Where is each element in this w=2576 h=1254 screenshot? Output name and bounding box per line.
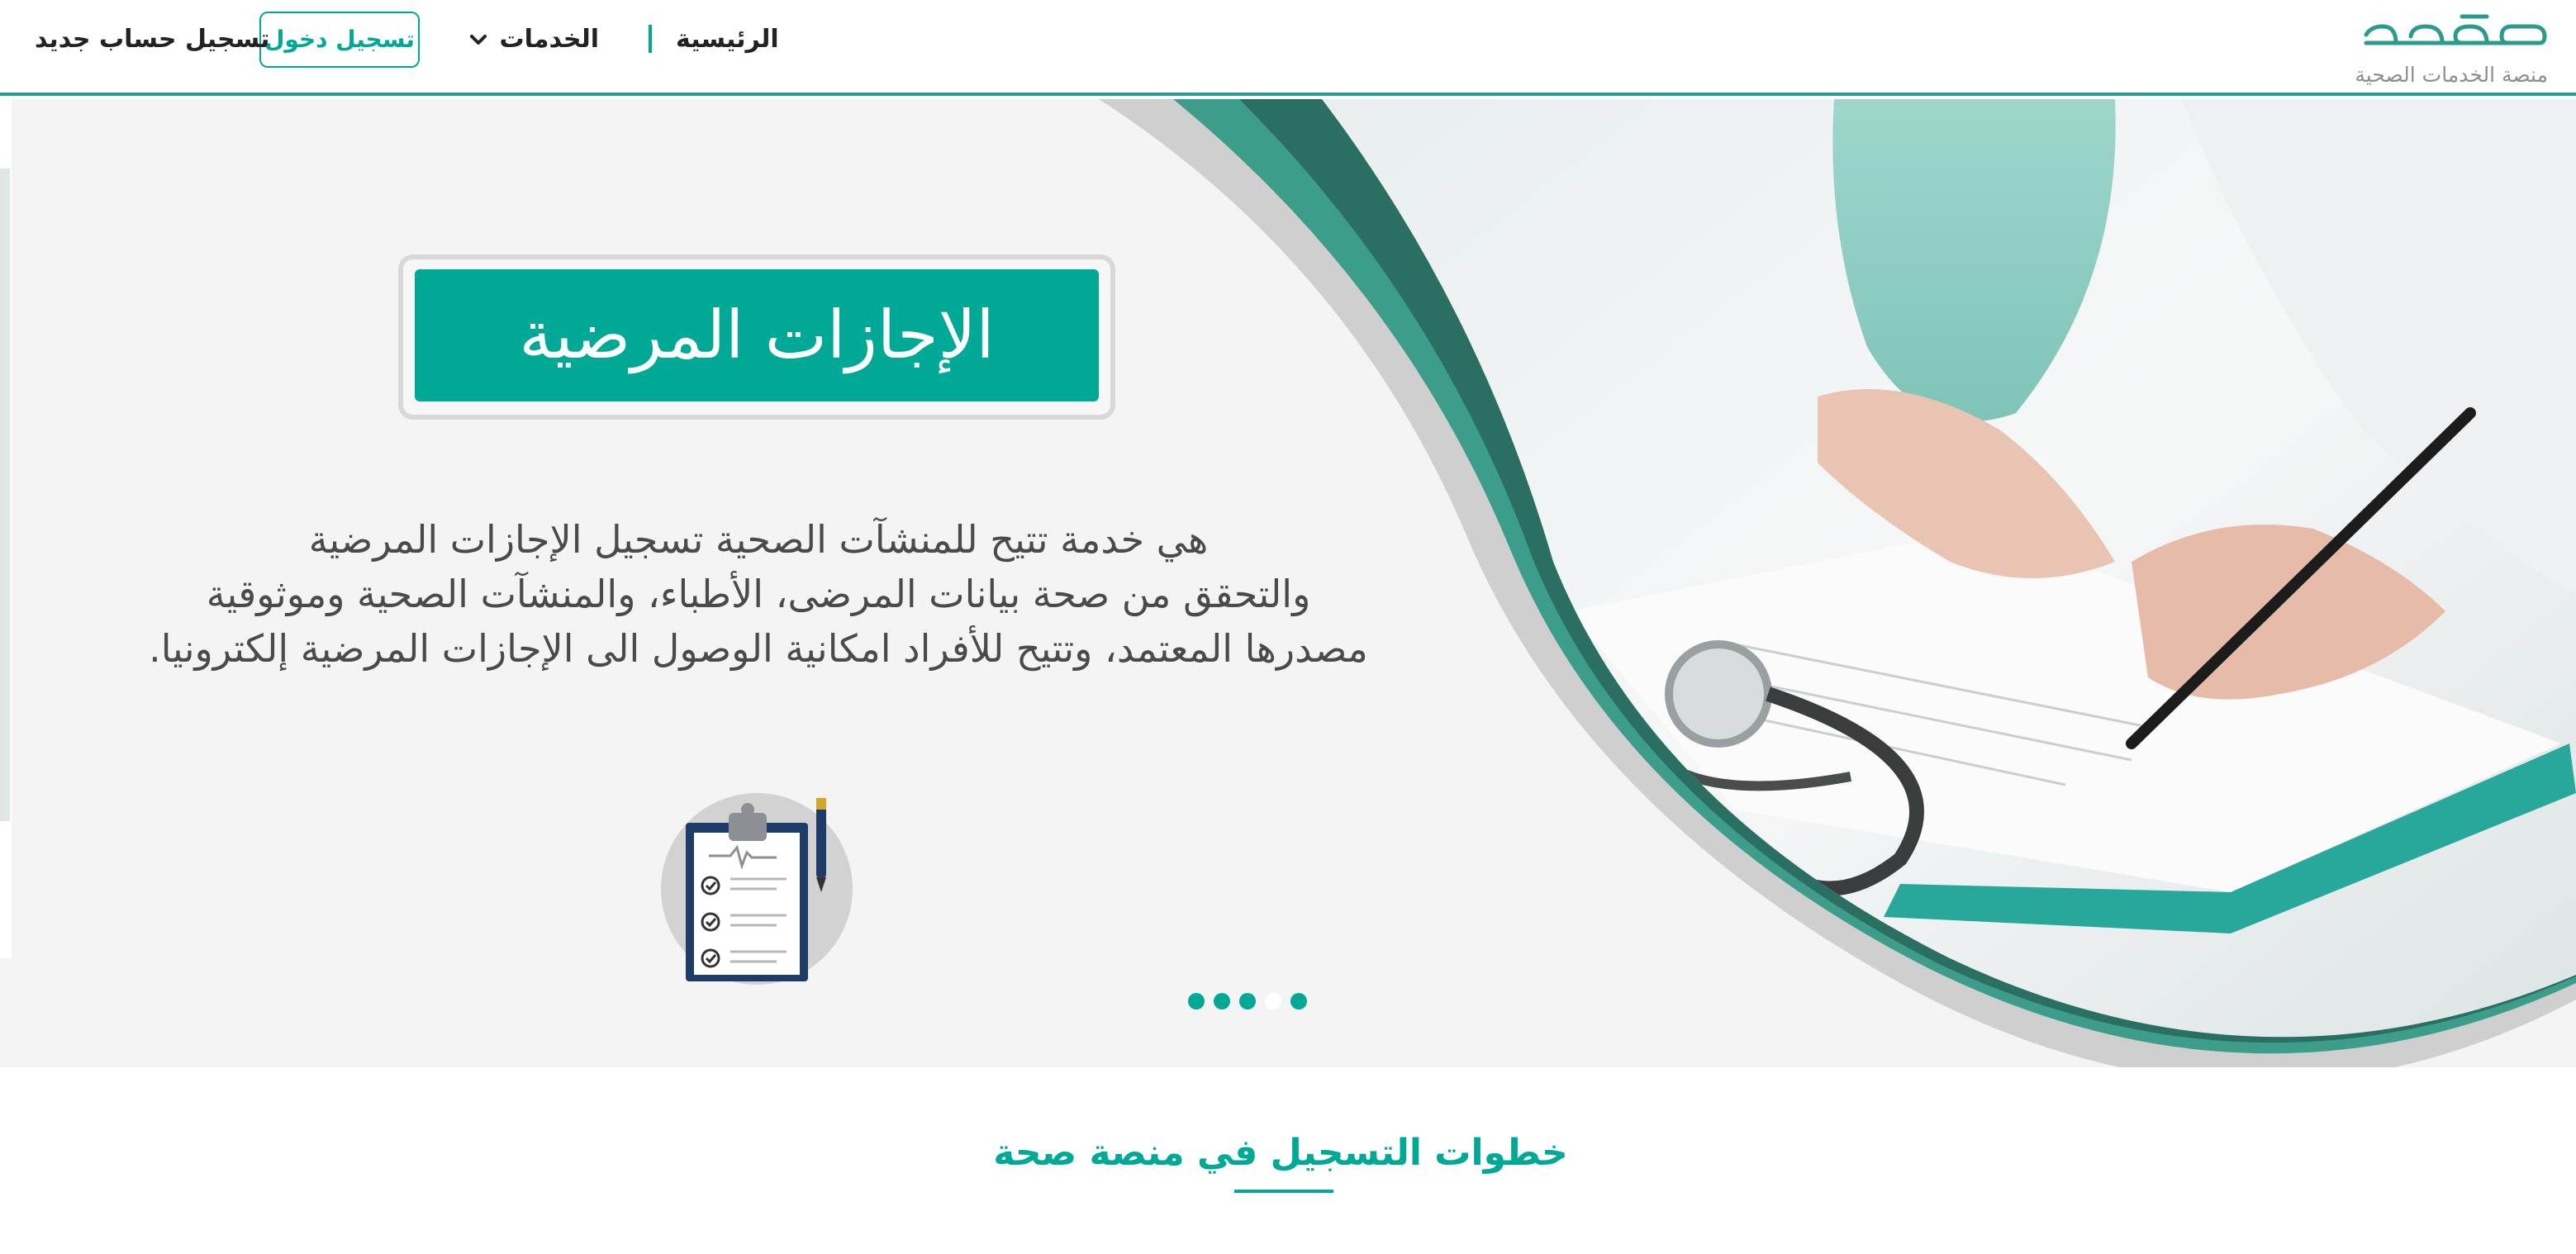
- carousel-pagination: [1188, 993, 1312, 1011]
- top-navbar: منصة الخدمات الصحية الرئيسية الخدمات تسج…: [0, 0, 2576, 96]
- description-line: والتحقق من صحة بيانات المرضى، الأطباء، و…: [206, 572, 1311, 616]
- nav-home-link[interactable]: الرئيسية: [676, 25, 779, 54]
- logo-tagline: منصة الخدمات الصحية: [2355, 63, 2548, 87]
- service-title: الإجازات المرضية: [415, 269, 1099, 401]
- service-description: هي خدمة تتيح للمنشآت الصحية تسجيل الإجاز…: [50, 512, 1467, 676]
- hero-carousel: الإجازات المرضية هي خدمة تتيح للمنشآت ال…: [0, 99, 2576, 1067]
- register-link[interactable]: تسجيل حساب جديد: [35, 25, 269, 54]
- nav-divider: [649, 25, 652, 53]
- registration-steps-heading: خطوات التسجيل في منصة صحة: [993, 1132, 1568, 1174]
- description-line: هي خدمة تتيح للمنشآت الصحية تسجيل الإجاز…: [308, 517, 1209, 562]
- clipboard-checklist-icon: [661, 793, 853, 985]
- nav-services-label: الخدمات: [499, 25, 599, 54]
- sehha-logo-mark: [2364, 14, 2547, 45]
- carousel-dot-5[interactable]: [1290, 993, 1307, 1009]
- login-button[interactable]: تسجيل دخول: [259, 12, 420, 68]
- chevron-down-icon: [470, 35, 487, 45]
- sehha-logo[interactable]: منصة الخدمات الصحية: [2350, 12, 2548, 88]
- carousel-dot-2[interactable]: [1214, 993, 1230, 1009]
- nav-services-dropdown[interactable]: الخدمات: [467, 25, 599, 58]
- description-line: مصدرها المعتمد، وتتيح للأفراد امكانية ال…: [149, 626, 1368, 671]
- carousel-dot-4-active[interactable]: [1265, 993, 1281, 1009]
- carousel-dot-3[interactable]: [1239, 993, 1256, 1009]
- heading-underline: [1234, 1190, 1333, 1193]
- service-title-badge: الإجازات المرضية: [398, 254, 1115, 420]
- carousel-dot-1[interactable]: [1188, 993, 1205, 1009]
- prev-slide-peek-image: [0, 169, 10, 821]
